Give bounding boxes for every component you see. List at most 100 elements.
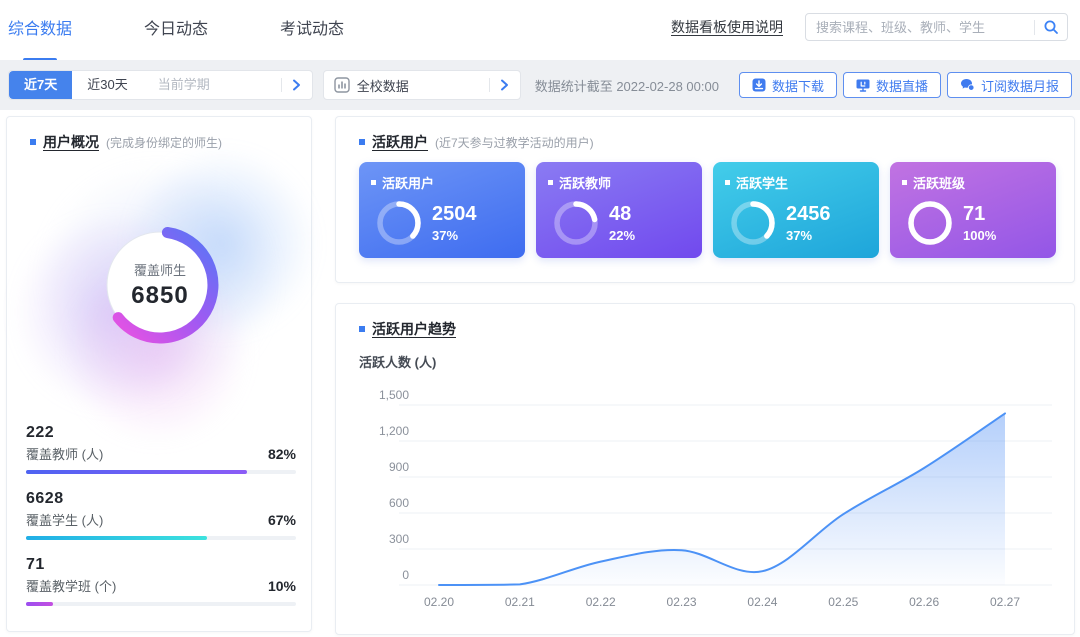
square-bullet-icon (359, 139, 365, 145)
search-icon[interactable] (1043, 19, 1059, 35)
subscribe-bubbles-icon (960, 78, 975, 92)
card-percent: 37% (786, 228, 831, 243)
filter-bar: 近7天 近30天 当前学期 全校数据 数据统计截至 2022-02-28 00:… (0, 60, 1080, 110)
data-live-button[interactable]: 数据直播 (843, 72, 941, 98)
stat-value: 71 (26, 556, 296, 574)
svg-text:02.26: 02.26 (909, 595, 939, 609)
card-title: 活跃教师 (559, 173, 611, 192)
stat-percent: 67% (268, 512, 296, 528)
svg-text:02.21: 02.21 (505, 595, 535, 609)
active-users-trend-panel: 活跃用户趋势 活跃人数 (人) 03006009001,2001,50002.2… (335, 303, 1075, 635)
download-icon (752, 78, 766, 92)
card-title: 活跃用户 (382, 173, 434, 192)
tab-label: 综合数据 (8, 21, 72, 38)
card-percent: 37% (432, 228, 477, 243)
stat-classes: 71 覆盖教学班 (个) 10% (26, 556, 296, 606)
panel-subtitle: (近7天参与过教学活动的用户) (435, 134, 594, 151)
chevron-right-icon[interactable] (490, 71, 520, 99)
dashboard-help-link[interactable]: 数据看板使用说明 (671, 17, 783, 37)
trend-area-chart: 03006009001,2001,50002.2002.2102.2202.23… (336, 374, 1076, 636)
svg-text:02.22: 02.22 (586, 595, 616, 609)
card-active-students: 活跃学生 2456 37% (713, 162, 879, 258)
svg-text:02.24: 02.24 (747, 595, 777, 609)
card-active-users: 活跃用户 2504 37% (359, 162, 525, 258)
live-screen-icon (856, 78, 870, 92)
progress-bar (26, 470, 296, 474)
data-scope-selector[interactable]: 全校数据 (323, 70, 521, 100)
nav-right: 数据看板使用说明 (671, 13, 1068, 41)
panel-title: 活跃用户趋势 (372, 319, 456, 339)
data-download-button[interactable]: 数据下载 (739, 72, 837, 98)
card-active-classes: 活跃班级 71 100% (890, 162, 1056, 258)
svg-text:300: 300 (389, 532, 409, 546)
square-bullet-icon (30, 139, 36, 145)
tab-exam-activity[interactable]: 考试动态 (280, 0, 344, 62)
range-last-7-days[interactable]: 近7天 (9, 71, 72, 99)
card-value: 48 (609, 203, 635, 225)
gauge-center-text: 覆盖师生 6850 (95, 220, 225, 350)
data-cutoff-text: 数据统计截至 2022-02-28 00:00 (535, 76, 719, 95)
stat-value: 6628 (26, 490, 296, 508)
subscribe-monthly-report-button[interactable]: 订阅数据月报 (947, 72, 1072, 98)
card-title: 活跃学生 (736, 173, 788, 192)
date-range-selector: 近7天 近30天 当前学期 (8, 70, 313, 100)
panel-header: 活跃用户趋势 (336, 304, 1074, 339)
scope-label: 全校数据 (357, 76, 489, 95)
bar-chart-icon (334, 77, 350, 93)
coverage-gauge: 覆盖师生 6850 (7, 152, 311, 424)
progress-bar (26, 602, 296, 606)
square-bullet-icon (359, 326, 365, 332)
panel-header: 活跃用户 (近7天参与过教学活动的用户) (336, 117, 1074, 152)
svg-text:0: 0 (402, 568, 409, 582)
svg-text:1,500: 1,500 (379, 388, 409, 402)
tab-comprehensive-data[interactable]: 综合数据 (8, 0, 72, 62)
card-percent: 22% (609, 228, 635, 243)
panel-title: 用户概况 (43, 132, 99, 152)
panel-subtitle: (完成身份绑定的师生) (106, 134, 222, 151)
panel-header: 用户概况 (完成身份绑定的师生) (7, 117, 311, 152)
progress-bar (26, 536, 296, 540)
active-users-panel: 活跃用户 (近7天参与过教学活动的用户) 活跃用户 2504 37% 活跃教师 … (335, 116, 1075, 283)
percent-ring (375, 199, 423, 247)
svg-text:1,200: 1,200 (379, 424, 409, 438)
square-bullet-icon (548, 180, 553, 185)
stat-label: 覆盖教师 (人) (26, 444, 103, 463)
panel-title: 活跃用户 (372, 132, 428, 152)
percent-ring (729, 199, 777, 247)
action-buttons: 数据下载 数据直播 订阅数据月报 (739, 72, 1072, 98)
stat-percent: 10% (268, 578, 296, 594)
coverage-stats: 222 覆盖教师 (人) 82% 6628 覆盖学生 (人) 67% 71 覆盖… (7, 424, 311, 606)
search-box[interactable] (805, 13, 1068, 41)
search-input[interactable] (814, 19, 1030, 36)
percent-ring (552, 199, 600, 247)
stat-percent: 82% (268, 446, 296, 462)
tab-today-activity[interactable]: 今日动态 (144, 0, 208, 62)
square-bullet-icon (371, 180, 376, 185)
gauge-value: 6850 (131, 282, 188, 310)
card-active-teachers: 活跃教师 48 22% (536, 162, 702, 258)
button-label: 数据直播 (876, 76, 928, 95)
svg-text:02.25: 02.25 (828, 595, 858, 609)
gauge-label: 覆盖师生 (134, 260, 186, 279)
stat-label: 覆盖教学班 (个) (26, 576, 116, 595)
top-nav: 综合数据 今日动态 考试动态 数据看板使用说明 (0, 0, 1080, 60)
card-percent: 100% (963, 228, 996, 243)
button-label: 订阅数据月报 (981, 76, 1059, 95)
user-overview-panel: 用户概况 (完成身份绑定的师生) 覆盖师生 6850 222 (6, 116, 312, 632)
square-bullet-icon (902, 180, 907, 185)
range-last-30-days[interactable]: 近30天 (72, 71, 142, 99)
card-value: 71 (963, 203, 996, 225)
nav-tabs: 综合数据 今日动态 考试动态 (8, 0, 344, 62)
svg-text:02.23: 02.23 (667, 595, 697, 609)
active-user-cards: 活跃用户 2504 37% 活跃教师 48 22% 活跃学生 (359, 162, 1074, 258)
svg-text:600: 600 (389, 496, 409, 510)
button-label: 数据下载 (772, 76, 824, 95)
percent-ring (906, 199, 954, 247)
card-value: 2456 (786, 203, 831, 225)
stat-students: 6628 覆盖学生 (人) 67% (26, 490, 296, 540)
range-current-term[interactable]: 当前学期 (143, 71, 281, 99)
svg-text:02.20: 02.20 (424, 595, 454, 609)
svg-text:02.27: 02.27 (990, 595, 1020, 609)
chevron-right-icon[interactable] (282, 71, 312, 99)
y-axis-title: 活跃人数 (人) (359, 352, 1074, 371)
